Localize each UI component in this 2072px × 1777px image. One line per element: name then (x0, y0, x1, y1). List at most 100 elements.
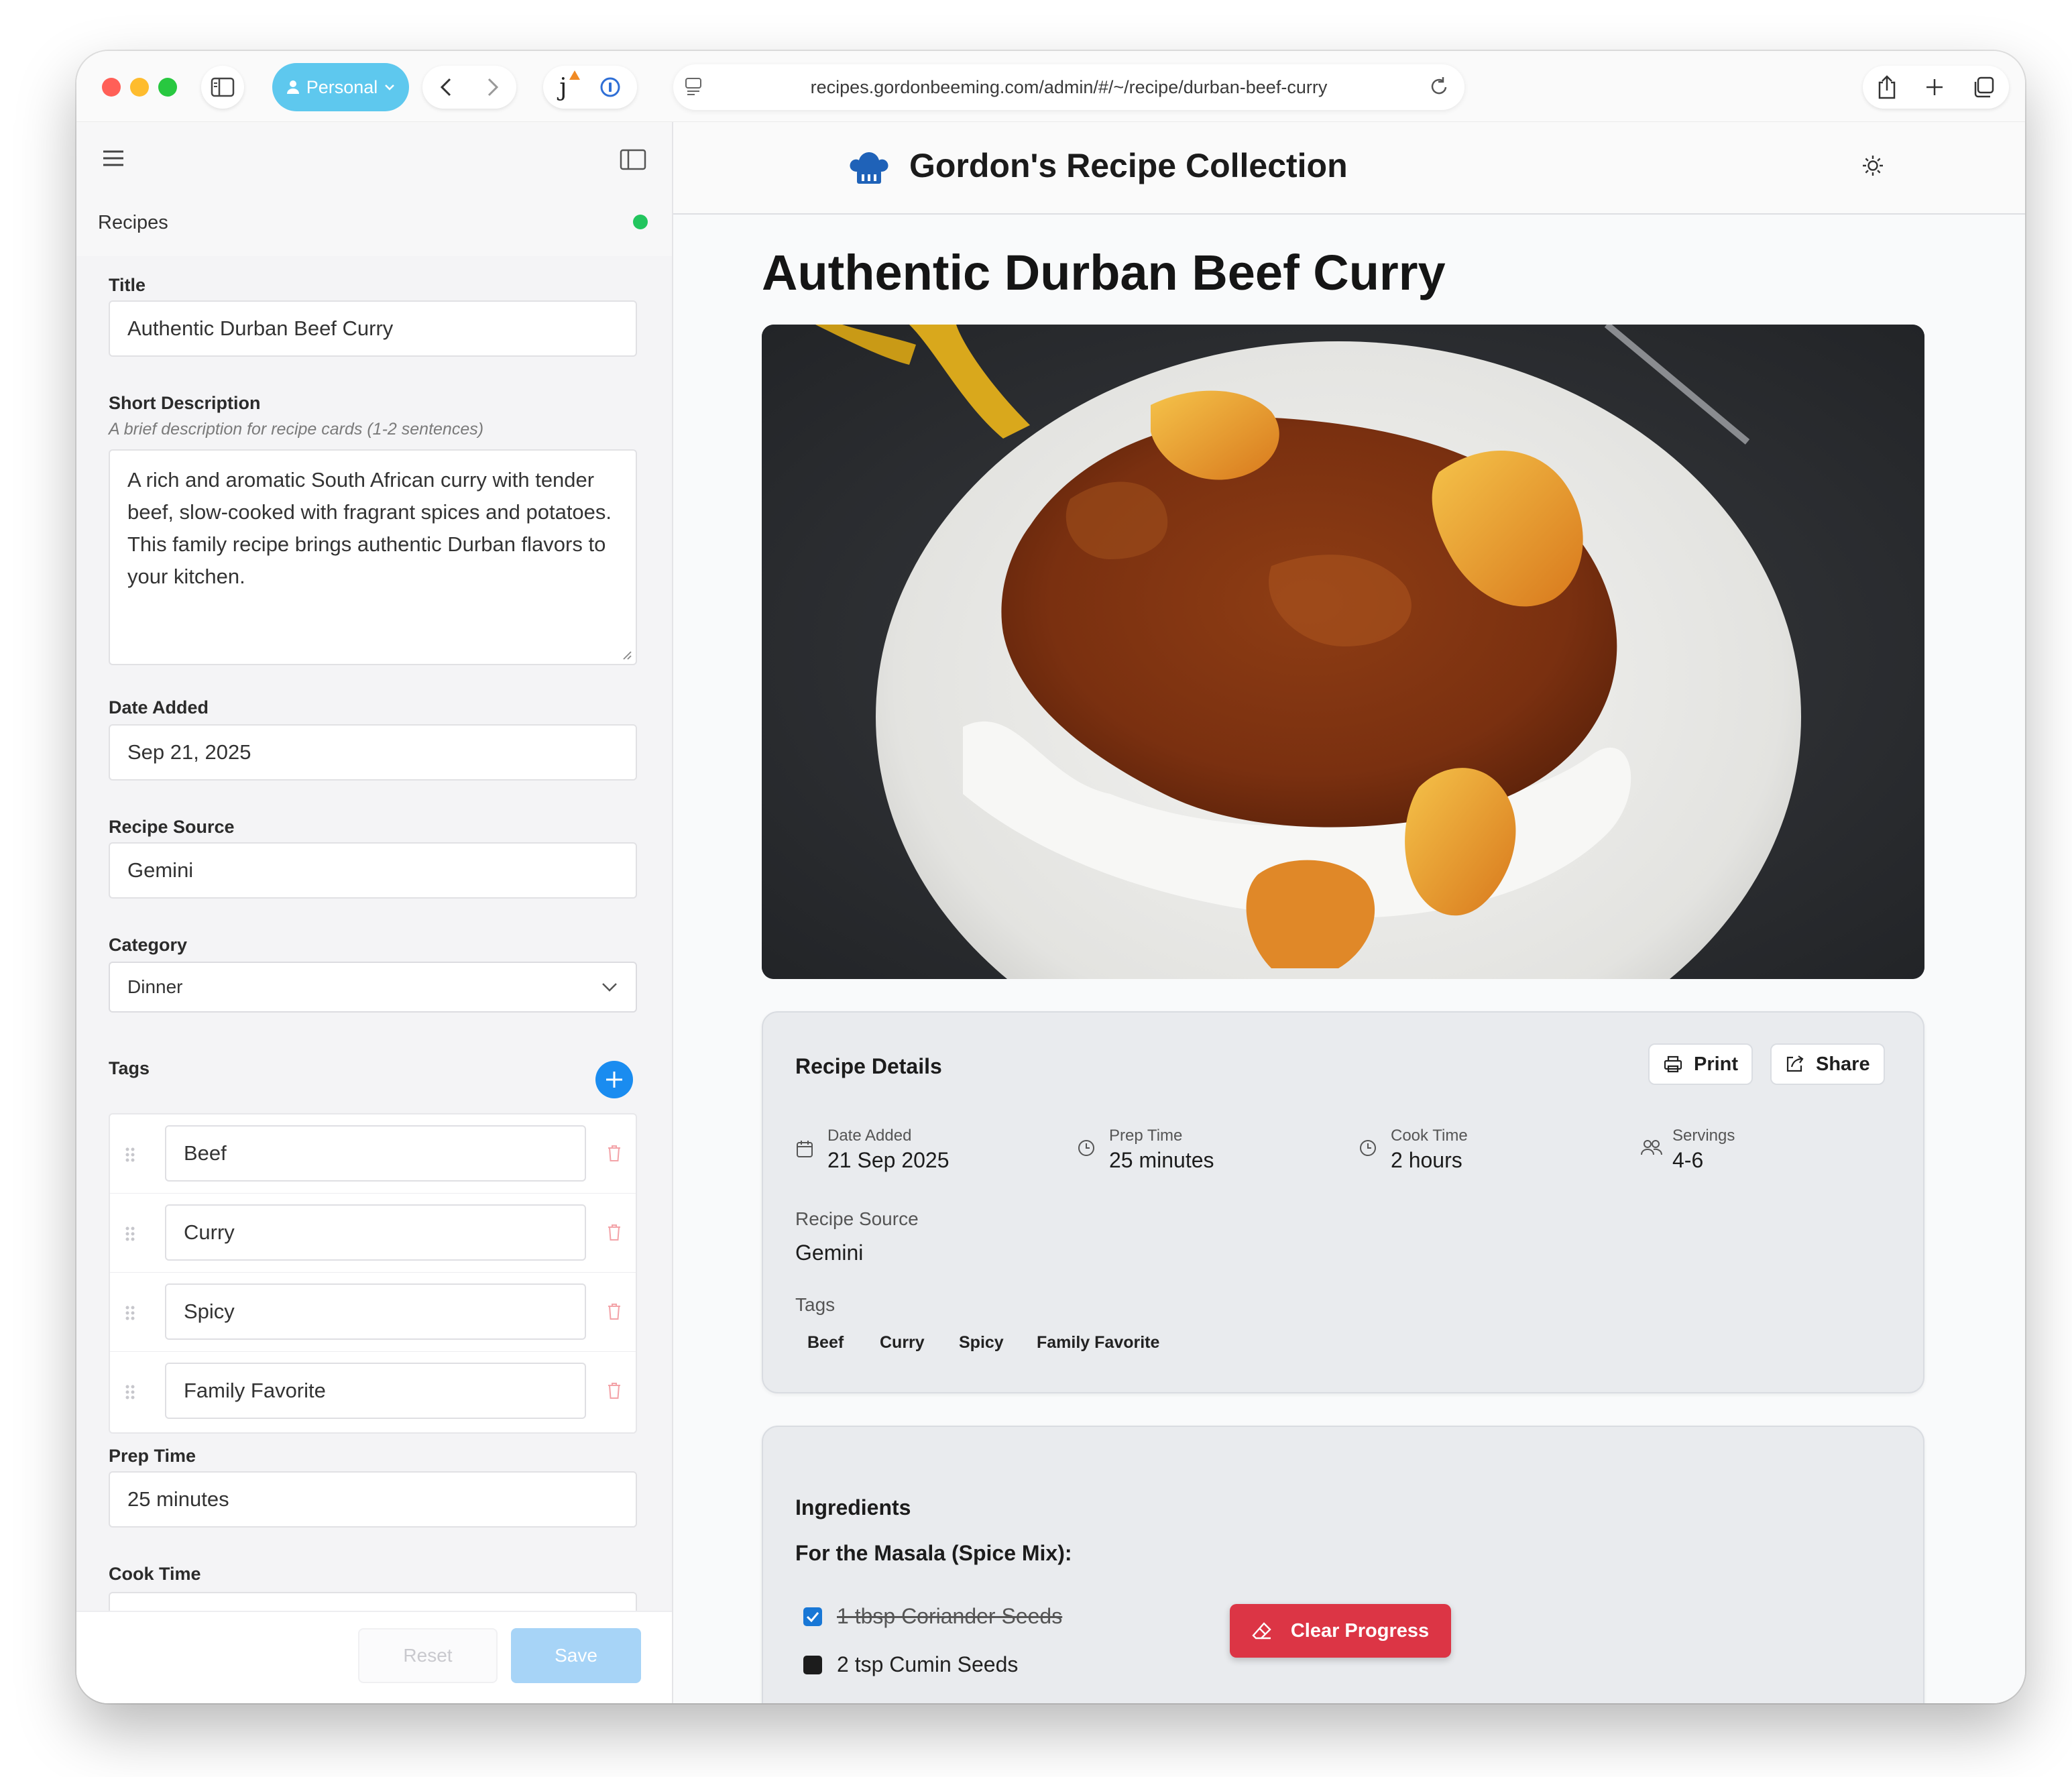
new-tab-icon[interactable] (1924, 77, 1945, 97)
profile-switcher[interactable]: Personal (272, 63, 409, 111)
form-actions: Reset Save (76, 1611, 672, 1703)
trash-icon[interactable] (606, 1144, 622, 1163)
tab-overview-icon[interactable] (1972, 76, 1995, 99)
tags-label: Tags (109, 1058, 150, 1078)
cook-time-label: Cook Time (109, 1564, 201, 1584)
tags-label: Tags (795, 1294, 836, 1315)
browser-window: Personal j recipes.gordonbeeming.com/adm… (76, 51, 2025, 1703)
category-select[interactable]: Dinner (109, 962, 637, 1013)
meta-cook-value: 2 hours (1391, 1148, 1462, 1172)
drag-handle-icon[interactable] (125, 1226, 135, 1242)
url-text: recipes.gordonbeeming.com/admin/#/~/reci… (810, 76, 1328, 97)
tag-chip[interactable]: Family Favorite (1037, 1333, 1159, 1353)
ingredients-card: Ingredients For the Masala (Spice Mix): … (762, 1426, 1924, 1703)
drag-handle-icon[interactable] (125, 1305, 135, 1321)
sidebar-icon (211, 77, 235, 97)
ingredient-item[interactable]: 2 tsp Cumin Seeds (803, 1652, 1018, 1677)
recipe-source-input[interactable]: Gemini (109, 842, 637, 899)
date-added-input[interactable]: Sep 21, 2025 (109, 724, 637, 781)
back-arrow-icon[interactable] (440, 77, 452, 97)
admin-header: Recipes (76, 122, 672, 256)
clock-icon (1078, 1140, 1094, 1156)
tag-chip[interactable]: Beef (807, 1333, 844, 1353)
tags-list: Beef Curry Spicy Family Favorite (109, 1113, 637, 1434)
trash-icon[interactable] (606, 1302, 622, 1321)
print-button[interactable]: Print (1648, 1043, 1753, 1085)
tag-row: Beef (110, 1114, 636, 1194)
sidebar-toggle-button[interactable] (201, 66, 244, 109)
menu-icon[interactable] (102, 149, 125, 168)
checkbox-checked[interactable] (803, 1607, 822, 1626)
site-header: Gordon's Recipe Collection (673, 122, 2025, 215)
resize-grip-icon[interactable] (621, 649, 632, 660)
meta-servings-label: Servings (1672, 1127, 1735, 1145)
eraser-icon (1252, 1622, 1271, 1640)
printer-icon (1664, 1055, 1682, 1073)
recipe-form: Title Authentic Durban Beef Curry Short … (76, 256, 672, 1648)
browser-toolbar: Personal j recipes.gordonbeeming.com/adm… (76, 51, 2025, 122)
ingredients-heading: Ingredients (795, 1495, 911, 1520)
meta-cook-label: Cook Time (1391, 1127, 1468, 1145)
recipe-hero-image (762, 325, 1924, 979)
address-bar[interactable]: recipes.gordonbeeming.com/admin/#/~/reci… (673, 64, 1464, 110)
tag-row: Family Favorite (110, 1352, 636, 1431)
ingredient-text: 1 tbsp Coriander Seeds (837, 1604, 1063, 1628)
chevron-down-icon (385, 84, 395, 91)
tag-input[interactable]: Spicy (165, 1283, 586, 1340)
extensions-group: j (543, 66, 637, 109)
recipe-preview: Gordon's Recipe Collection Authentic Dur… (673, 122, 2025, 1703)
tag-input[interactable]: Curry (165, 1204, 586, 1261)
recipe-source-label: Recipe Source (109, 817, 235, 837)
save-button[interactable]: Save (511, 1628, 641, 1683)
trash-icon[interactable] (606, 1381, 622, 1400)
tag-chip[interactable]: Spicy (959, 1333, 1004, 1353)
person-icon (286, 80, 299, 94)
meta-date-value: 21 Sep 2025 (827, 1148, 949, 1172)
share-icon[interactable] (1877, 74, 1897, 100)
recipe-title: Authentic Durban Beef Curry (762, 245, 1446, 300)
close-window-button[interactable] (102, 78, 121, 97)
forward-arrow-icon[interactable] (487, 77, 499, 97)
meta-date-label: Date Added (827, 1127, 912, 1145)
extension-letter: j (559, 73, 567, 101)
checkmark-icon (806, 1611, 819, 1622)
drag-handle-icon[interactable] (125, 1384, 135, 1400)
ingredient-text: 2 tsp Cumin Seeds (837, 1652, 1019, 1676)
prep-time-input[interactable]: 25 minutes (109, 1471, 637, 1528)
drag-handle-icon[interactable] (125, 1147, 135, 1163)
curry-photo (762, 325, 1924, 979)
checkbox-unchecked[interactable] (803, 1655, 822, 1674)
share-arrow-icon (1786, 1055, 1804, 1072)
tag-chip[interactable]: Curry (880, 1333, 925, 1353)
admin-editor-panel: Recipes Title Authentic Durban Beef Curr… (76, 122, 673, 1703)
clear-progress-button[interactable]: Clear Progress (1230, 1604, 1451, 1658)
plus-icon (606, 1072, 622, 1088)
users-icon (1641, 1140, 1662, 1155)
title-input[interactable]: Authentic Durban Beef Curry (109, 300, 637, 357)
share-button[interactable]: Share (1770, 1043, 1885, 1085)
reset-button[interactable]: Reset (358, 1628, 498, 1683)
ingredient-item[interactable]: 1 tbsp Coriander Seeds (803, 1604, 1062, 1629)
site-title[interactable]: Gordon's Recipe Collection (909, 146, 1348, 185)
trash-icon[interactable] (606, 1223, 622, 1242)
reload-icon[interactable] (1428, 75, 1450, 98)
add-tag-button[interactable] (595, 1061, 633, 1098)
tag-input[interactable]: Family Favorite (165, 1363, 586, 1419)
recipe-source-value: Gemini (795, 1241, 864, 1265)
recipe-source-label: Recipe Source (795, 1208, 919, 1229)
recipe-details-heading: Recipe Details (795, 1054, 942, 1078)
history-nav (422, 66, 516, 109)
tag-row: Curry (110, 1194, 636, 1273)
tag-input[interactable]: Beef (165, 1125, 586, 1182)
short-description-textarea[interactable]: A rich and aromatic South African curry … (109, 449, 637, 665)
sun-icon[interactable] (1861, 154, 1884, 177)
minimize-window-button[interactable] (130, 78, 149, 97)
collection-label[interactable]: Recipes (98, 212, 168, 234)
zoom-window-button[interactable] (158, 78, 177, 97)
password-manager-icon[interactable] (599, 76, 621, 98)
page-menu-icon[interactable] (684, 76, 703, 97)
panel-layout-icon[interactable] (620, 149, 646, 170)
extension-j-button[interactable]: j (559, 70, 581, 101)
recipe-details-card: Recipe Details Print Share Date Added 21… (762, 1011, 1924, 1393)
meta-prep-value: 25 minutes (1109, 1148, 1214, 1172)
